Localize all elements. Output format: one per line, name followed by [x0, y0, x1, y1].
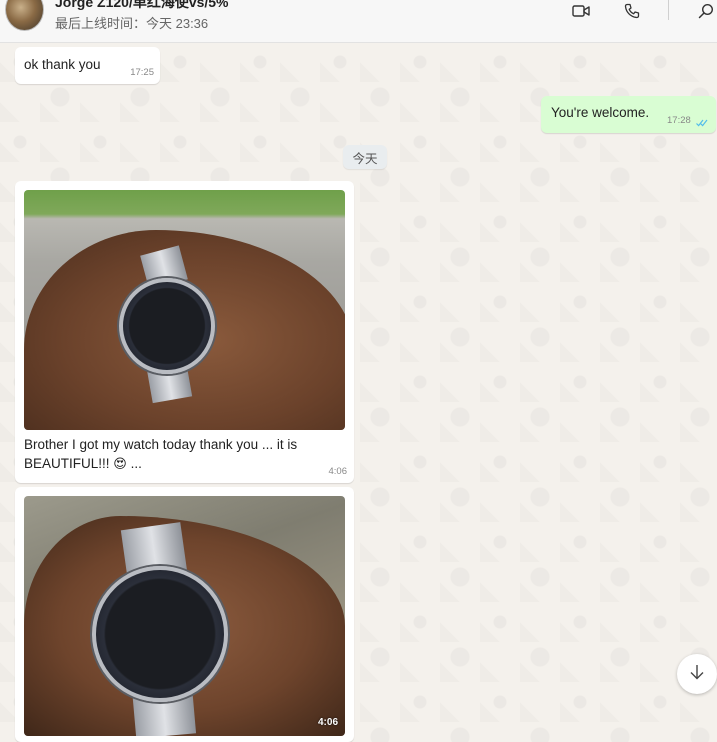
scroll-to-bottom-button[interactable]: [677, 654, 717, 694]
voice-call-icon[interactable]: [623, 0, 641, 22]
video-timestamp: 4:06: [317, 717, 338, 728]
last-seen-status: 最后上线时间：今天 23:36: [55, 16, 209, 31]
contact-avatar[interactable]: [5, 0, 44, 31]
message-bubble-outgoing[interactable]: You're welcome. 17:28: [541, 96, 716, 133]
message-time: 17:25: [130, 67, 154, 78]
contact-name[interactable]: Jorge Z120/单红海使vs/5%: [55, 0, 229, 12]
arrow-down-icon: [689, 663, 705, 686]
date-separator: 今天: [343, 145, 387, 169]
image-caption: Brother I got my watch today thank you .…: [24, 437, 298, 471]
message-text: You're welcome.: [551, 105, 650, 120]
read-receipt-icon: [696, 114, 708, 132]
video-call-icon[interactable]: [571, 0, 591, 22]
message-bubble-image[interactable]: Brother I got my watch today thank you .…: [15, 181, 354, 483]
header-divider: [668, 0, 669, 20]
message-time: 4:06: [328, 466, 348, 477]
search-icon[interactable]: [697, 0, 715, 22]
heart-eyes-emoji-icon: 😍: [113, 456, 127, 471]
watch-video-thumbnail[interactable]: [24, 496, 345, 736]
watch-photo[interactable]: [24, 190, 345, 430]
chat-header: Jorge Z120/单红海使vs/5% 最后上线时间：今天 23:36: [0, 0, 717, 43]
message-text: ok thank you: [24, 57, 101, 72]
message-bubble-incoming[interactable]: ok thank you 17:25: [15, 47, 160, 84]
message-bubble-video[interactable]: 4:06: [15, 487, 354, 742]
message-time: 17:28: [667, 115, 691, 126]
